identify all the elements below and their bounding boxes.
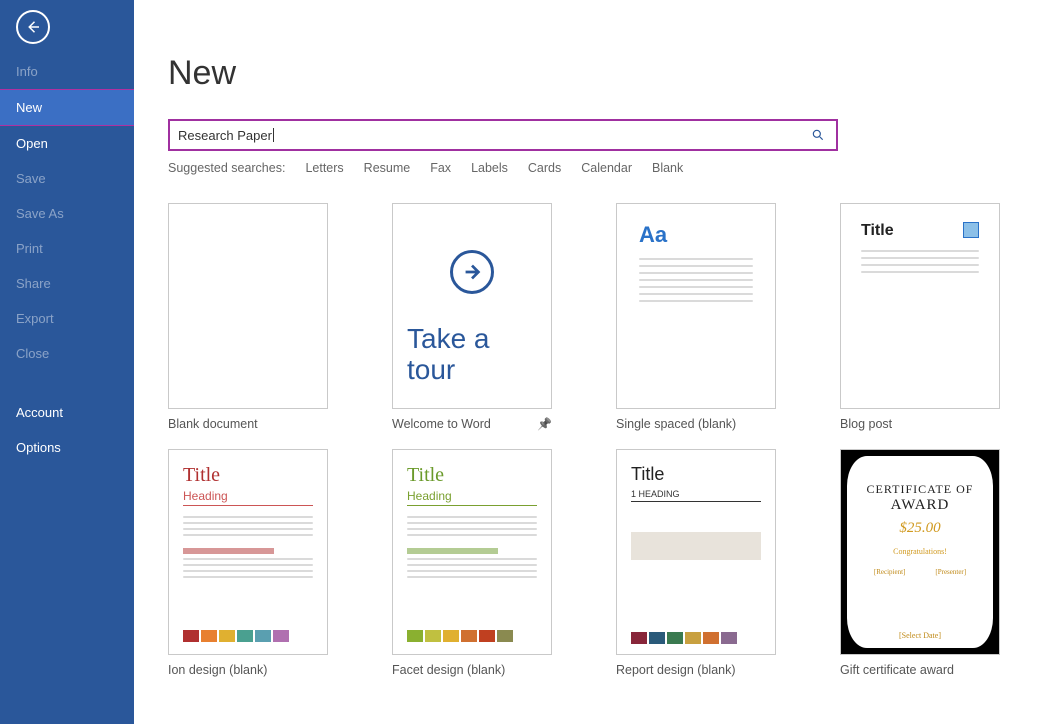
aa-icon: Aa [639, 222, 753, 248]
suggested-searches-row: Suggested searches: Letters Resume Fax Labe… [168, 161, 838, 175]
suggested-search-blank[interactable]: Blank [652, 161, 683, 175]
template-search[interactable]: Research Paper [168, 119, 838, 151]
arrow-left-icon [24, 18, 42, 36]
tour-arrow-icon [450, 250, 494, 294]
search-icon [811, 128, 825, 142]
tour-text: Take atour [407, 324, 490, 386]
suggested-search-calendar[interactable]: Calendar [581, 161, 632, 175]
search-input[interactable]: Research Paper [178, 128, 272, 143]
search-button[interactable] [800, 128, 836, 142]
blog-badge-icon [963, 222, 979, 238]
template-card[interactable]: Title Heading Facet design (blank) [392, 449, 552, 677]
sidebar-item-share[interactable]: Share [0, 266, 134, 301]
template-label: Welcome to Word [392, 417, 491, 431]
design-title: Title [183, 464, 313, 487]
sidebar-item-save[interactable]: Save [0, 161, 134, 196]
sidebar-item-export[interactable]: Export [0, 301, 134, 336]
design-heading: Heading [183, 489, 313, 503]
suggested-search-fax[interactable]: Fax [430, 161, 451, 175]
template-card[interactable]: Title 1 Heading Report design (blank) [616, 449, 776, 677]
template-label: Ion design (blank) [168, 663, 267, 677]
design-heading: 1 Heading [631, 489, 761, 499]
template-thumb[interactable]: Title Heading [392, 449, 552, 655]
sidebar-item-close[interactable]: Close [0, 336, 134, 371]
template-thumb[interactable]: Aa [616, 203, 776, 409]
template-label: Blank document [168, 417, 258, 431]
color-swatches [631, 632, 761, 644]
template-label: Report design (blank) [616, 663, 736, 677]
design-heading: Heading [407, 489, 537, 503]
sidebar-item-account[interactable]: Account [0, 395, 134, 430]
sidebar-item-new[interactable]: New [0, 89, 134, 126]
design-title: Title [631, 464, 761, 485]
template-grid: Blank document Take atour Welcome to Word 📌… [168, 203, 1038, 677]
suggested-search-letters[interactable]: Letters [305, 161, 343, 175]
main-panel: New Research Paper Suggested searches: L… [134, 0, 1038, 724]
back-button[interactable] [16, 10, 50, 44]
template-label: Single spaced (blank) [616, 417, 736, 431]
backstage-sidebar: InfoNewOpenSaveSave AsPrintShareExportCl… [0, 0, 134, 724]
sidebar-item-save-as[interactable]: Save As [0, 196, 134, 231]
sidebar-item-print[interactable]: Print [0, 231, 134, 266]
template-label: Facet design (blank) [392, 663, 505, 677]
template-thumb[interactable] [168, 203, 328, 409]
sidebar-item-info[interactable]: Info [0, 54, 134, 89]
suggested-search-resume[interactable]: Resume [364, 161, 411, 175]
certificate-preview: CERTIFICATE OFAWARD$25.00Congratulations… [847, 456, 993, 648]
template-card[interactable]: Title Heading Ion design (blank) [168, 449, 328, 677]
template-label: Gift certificate award [840, 663, 954, 677]
template-label: Blog post [840, 417, 892, 431]
template-thumb[interactable]: CERTIFICATE OFAWARD$25.00Congratulations… [840, 449, 1000, 655]
template-card[interactable]: Title Blog post [840, 203, 1000, 431]
template-thumb[interactable]: Title Heading [168, 449, 328, 655]
pin-icon[interactable]: 📌 [537, 417, 552, 431]
blog-title-text: Title [861, 222, 894, 240]
page-title: New [168, 54, 1038, 93]
sidebar-item-open[interactable]: Open [0, 126, 134, 161]
suggested-label: Suggested searches: [168, 161, 285, 175]
template-thumb[interactable]: Title [840, 203, 1000, 409]
color-swatches [407, 630, 537, 642]
template-card[interactable]: CERTIFICATE OFAWARD$25.00Congratulations… [840, 449, 1000, 677]
template-thumb[interactable]: Title 1 Heading [616, 449, 776, 655]
design-title: Title [407, 464, 537, 487]
text-caret [273, 128, 274, 142]
sidebar-item-options[interactable]: Options [0, 430, 134, 465]
template-card[interactable]: Blank document [168, 203, 328, 431]
template-thumb[interactable]: Take atour [392, 203, 552, 409]
suggested-search-labels[interactable]: Labels [471, 161, 508, 175]
template-card[interactable]: Take atour Welcome to Word 📌 [392, 203, 552, 431]
suggested-search-cards[interactable]: Cards [528, 161, 561, 175]
template-card[interactable]: Aa Single spaced (blank) [616, 203, 776, 431]
color-swatches [183, 630, 313, 642]
